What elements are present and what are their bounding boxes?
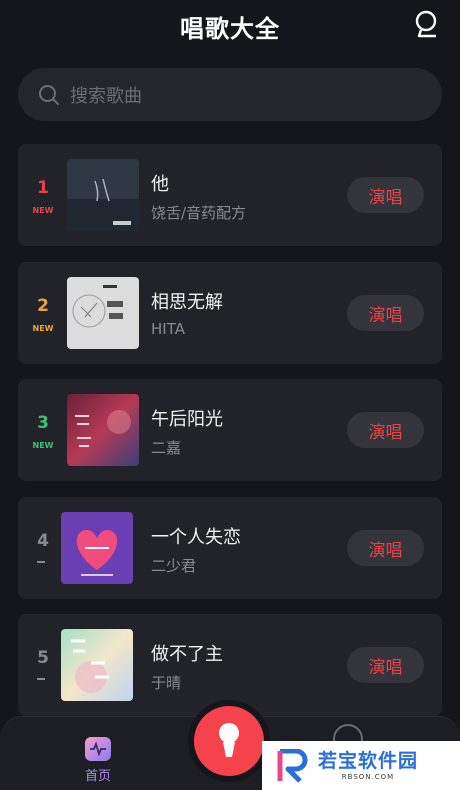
sing-button[interactable]: 演唱 [347, 295, 424, 331]
song-title: 一个人失恋 [151, 527, 241, 548]
song-artist: 饶舌/音药配方 [151, 204, 247, 222]
song-artist: 二少君 [151, 557, 197, 575]
search-bar[interactable]: 搜索歌曲 [18, 68, 442, 121]
song-artist: 于晴 [151, 674, 182, 692]
song-item[interactable]: 2 NEW 相思无解 HITA 演唱 [18, 262, 442, 364]
tab-home-label: 首页 [84, 769, 111, 784]
song-item[interactable]: 1 NEW 他 饶舌/音药配方 演唱 [18, 144, 442, 246]
sing-button[interactable]: 演唱 [347, 530, 424, 566]
song-title: 做不了主 [151, 644, 223, 665]
rank-number: 3 [37, 413, 49, 433]
song-title: 他 [151, 174, 169, 195]
sing-button[interactable]: 演唱 [347, 412, 424, 448]
album-cover [67, 159, 139, 231]
song-artist: 二嘉 [151, 439, 182, 457]
new-badge: NEW [32, 441, 54, 450]
header: 唱歌大全 [0, 0, 460, 52]
sing-button[interactable]: 演唱 [347, 647, 424, 683]
song-artist: HITA [151, 320, 185, 338]
song-title: 午后阳光 [151, 409, 223, 430]
rank-number: 1 [37, 178, 49, 198]
rank-unchanged-dash [37, 561, 45, 563]
search-icon [39, 84, 59, 105]
album-cover [61, 629, 133, 701]
song-item[interactable]: 3 NEW 午后阳光 二嘉 演唱 [18, 379, 442, 481]
watermark: 若宝软件园 RBSON.COM [262, 741, 460, 790]
new-badge: NEW [32, 206, 54, 215]
page-title: 唱歌大全 [180, 14, 280, 43]
album-cover [67, 394, 139, 466]
user-icon[interactable] [414, 10, 440, 40]
microphone-button[interactable] [194, 706, 264, 776]
watermark-title: 若宝软件园 [318, 749, 419, 772]
sing-button[interactable]: 演唱 [347, 177, 424, 213]
microphone-icon [219, 723, 239, 757]
song-item[interactable]: 5 做不了主 于晴 演唱 [18, 614, 442, 716]
tab-home[interactable]: 首页 [70, 737, 126, 784]
waveform-icon [85, 737, 111, 761]
new-badge: NEW [32, 324, 54, 333]
rank-number: 2 [37, 296, 49, 316]
rank-unchanged-dash [37, 678, 45, 680]
album-cover [61, 512, 133, 584]
watermark-subtitle: RBSON.COM [341, 772, 395, 781]
watermark-logo-icon [277, 748, 308, 783]
song-item[interactable]: 4 一个人失恋 二少君 演唱 [18, 497, 442, 599]
album-cover [67, 277, 139, 349]
search-placeholder: 搜索歌曲 [70, 85, 142, 107]
song-title: 相思无解 [151, 292, 223, 313]
